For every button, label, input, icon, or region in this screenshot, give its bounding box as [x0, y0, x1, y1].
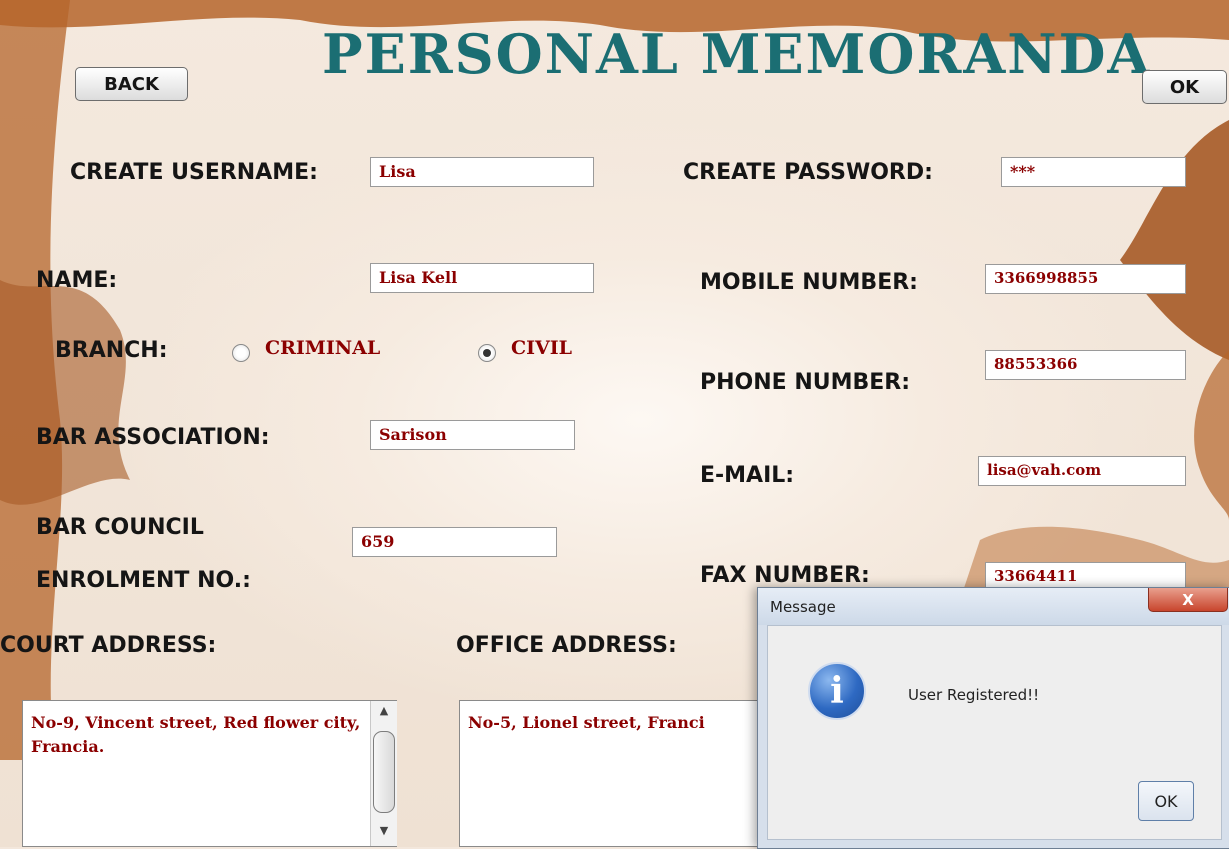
bar-association-label: BAR ASSOCIATION: — [36, 425, 270, 450]
office-address-label: OFFICE ADDRESS: — [456, 633, 677, 658]
office-address-textarea[interactable]: No-5, Lionel street, Franci — [459, 700, 769, 847]
password-field[interactable]: *** — [1001, 157, 1186, 187]
dialog-message: User Registered!! — [908, 686, 1040, 704]
fax-label: FAX NUMBER: — [700, 563, 870, 588]
radio-criminal-label[interactable]: CRIMINAL — [265, 337, 380, 359]
radio-civil-label[interactable]: CIVIL — [511, 337, 572, 359]
dialog-ok-button[interactable]: OK — [1138, 781, 1194, 821]
name-field[interactable]: Lisa Kell — [370, 263, 594, 293]
radio-civil[interactable] — [478, 344, 496, 362]
bar-council-label-line1: BAR COUNCIL — [36, 515, 204, 540]
ok-button[interactable]: OK — [1142, 70, 1227, 104]
phone-field[interactable]: 88553366 — [985, 350, 1186, 380]
close-icon[interactable]: X — [1148, 588, 1228, 612]
bar-council-field[interactable]: 659 — [352, 527, 557, 557]
mobile-field[interactable]: 3366998855 — [985, 264, 1186, 294]
court-address-text: No-9, Vincent street, Red flower city, F… — [31, 713, 361, 756]
password-label: CREATE PASSWORD: — [683, 160, 933, 185]
bar-association-field[interactable]: Sarison — [370, 420, 575, 450]
court-address-textarea[interactable]: No-9, Vincent street, Red flower city, F… — [22, 700, 397, 847]
email-label: E-MAIL: — [700, 463, 795, 488]
scroll-up-icon[interactable]: ▲ — [375, 703, 393, 719]
message-dialog: Message X i User Registered!! OK — [757, 587, 1229, 849]
username-label: CREATE USERNAME: — [70, 160, 318, 185]
page-title: PERSONAL MEMORANDA — [322, 22, 1152, 86]
court-address-scrollbar[interactable]: ▲ ▼ — [370, 701, 397, 846]
scroll-down-icon[interactable]: ▼ — [375, 823, 393, 839]
info-icon: i — [808, 662, 866, 720]
radio-selected-dot — [483, 349, 491, 357]
court-address-label: COURT ADDRESS: — [0, 633, 217, 658]
bar-council-label-line2: ENROLMENT NO.: — [36, 568, 251, 593]
email-field[interactable]: lisa@vah.com — [978, 456, 1186, 486]
office-address-text: No-5, Lionel street, Franci — [468, 713, 705, 732]
username-field[interactable]: Lisa — [370, 157, 594, 187]
scroll-thumb[interactable] — [373, 731, 395, 813]
phone-label: PHONE NUMBER: — [700, 370, 911, 395]
branch-label: BRANCH: — [55, 338, 168, 363]
dialog-body: i User Registered!! OK — [767, 625, 1222, 840]
dialog-titlebar[interactable]: Message X — [758, 588, 1229, 625]
back-button[interactable]: BACK — [75, 67, 188, 101]
radio-criminal[interactable] — [232, 344, 250, 362]
mobile-label: MOBILE NUMBER: — [700, 270, 918, 295]
dialog-title: Message — [770, 598, 836, 616]
name-label: NAME: — [36, 268, 118, 293]
